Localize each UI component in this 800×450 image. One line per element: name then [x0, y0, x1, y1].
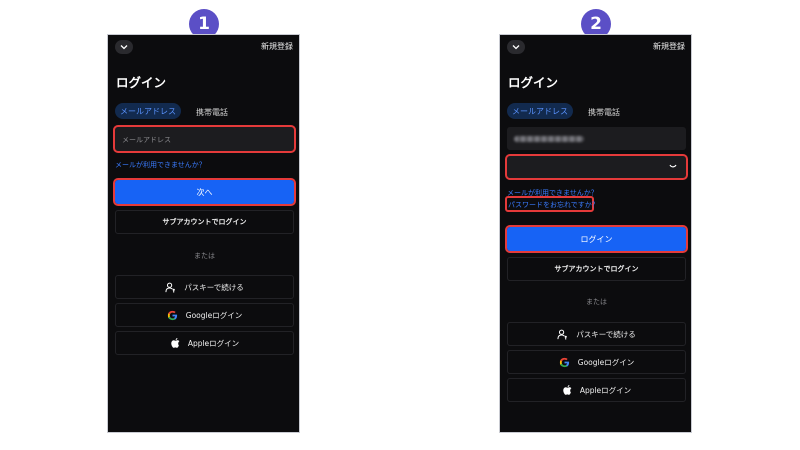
google-icon [559, 357, 569, 367]
chevron-down-icon [120, 45, 128, 50]
login-button[interactable]: ログイン [505, 225, 688, 253]
email-unavailable-link[interactable]: メールが利用できませんか？ [115, 160, 206, 170]
passkey-button[interactable]: パスキーで続ける [115, 275, 294, 299]
google-label: Googleログイン [185, 310, 243, 320]
apple-label: Appleログイン [187, 338, 240, 348]
apple-icon [563, 385, 572, 395]
signup-link[interactable]: 新規登録 [653, 41, 685, 52]
eye-closed-icon[interactable] [669, 164, 677, 169]
google-icon [167, 310, 177, 320]
passkey-label: パスキーで続ける [184, 282, 244, 292]
tab-phone[interactable]: 携帯電話 [588, 107, 620, 118]
apple-icon [171, 338, 180, 348]
subaccount-login-button[interactable]: サブアカウントでログイン [115, 210, 294, 234]
or-divider: または [194, 252, 215, 260]
back-button[interactable] [507, 40, 525, 54]
google-label: Googleログイン [577, 357, 635, 367]
subaccount-login-button[interactable]: サブアカウントでログイン [507, 257, 686, 281]
passkey-button[interactable]: パスキーで続ける [507, 322, 686, 346]
phone-screen-2: 新規登録 ログイン メールアドレス 携帯電話 メールが利用できませんか？ パスワ… [499, 34, 692, 433]
password-field[interactable] [505, 154, 688, 180]
email-value-redacted [514, 136, 584, 142]
apple-login-button[interactable]: Appleログイン [115, 331, 294, 355]
passkey-icon [557, 329, 568, 340]
passkey-icon [165, 282, 176, 293]
signup-link[interactable]: 新規登録 [261, 41, 293, 52]
back-button[interactable] [115, 40, 133, 54]
apple-label: Appleログイン [579, 385, 632, 395]
passkey-label: パスキーで続ける [576, 329, 636, 339]
next-button[interactable]: 次へ [113, 178, 296, 206]
tab-email[interactable]: メールアドレス [507, 103, 573, 119]
phone-screen-1: 新規登録 ログイン メールアドレス 携帯電話 メールアドレス メールが利用できま… [107, 34, 300, 433]
google-login-button[interactable]: Googleログイン [115, 303, 294, 327]
or-divider: または [586, 298, 607, 306]
page-title: ログイン [116, 75, 167, 90]
page-title: ログイン [508, 75, 559, 90]
tab-email[interactable]: メールアドレス [115, 103, 181, 119]
chevron-down-icon [512, 45, 520, 50]
forgot-password-link[interactable]: パスワードをお忘れですか？ [508, 200, 599, 210]
google-login-button[interactable]: Googleログイン [507, 350, 686, 374]
email-placeholder: メールアドレス [122, 136, 171, 144]
tab-phone[interactable]: 携帯電話 [196, 107, 228, 118]
apple-login-button[interactable]: Appleログイン [507, 378, 686, 402]
